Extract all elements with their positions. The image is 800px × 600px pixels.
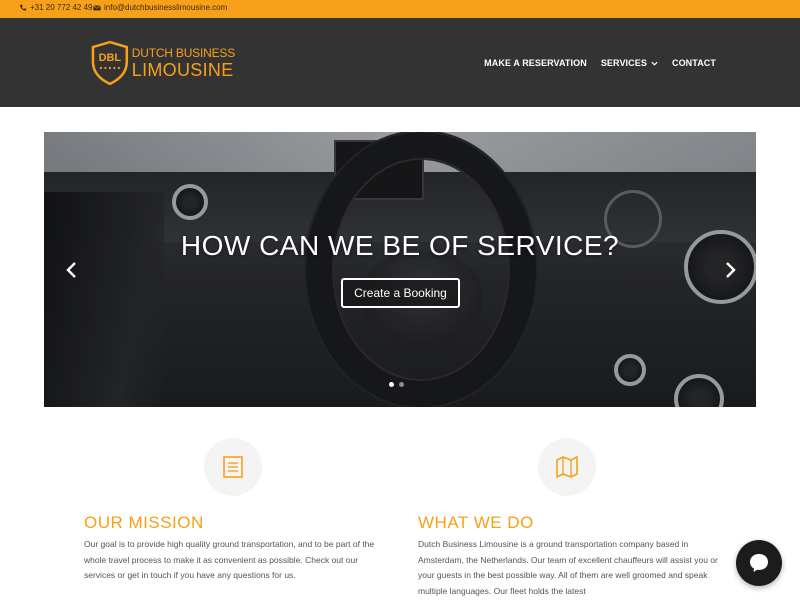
email-contact[interactable]: info@dutchbusinesslimousine.com <box>93 3 227 12</box>
nav-label: SERVICES <box>600 58 647 68</box>
main-nav: MAKE A RESERVATION SERVICES CONTACT <box>470 58 716 68</box>
what-we-do-icon-circle <box>538 438 596 496</box>
logo-badge-text: DBL <box>99 52 122 64</box>
chat-launcher-button[interactable] <box>736 540 782 586</box>
what-we-do-title: WHAT WE DO <box>418 513 534 532</box>
site-logo[interactable]: DBL DUTCH BUSINESS LIMOUSINE <box>90 38 235 88</box>
mission-icon-circle <box>204 438 262 496</box>
nav-contact[interactable]: CONTACT <box>672 58 716 68</box>
phone-contact[interactable]: +31 20 772 42 49 <box>19 3 93 12</box>
nav-make-reservation[interactable]: MAKE A RESERVATION <box>484 58 587 68</box>
chat-bubble-icon <box>750 554 768 572</box>
email-address[interactable]: info@dutchbusinesslimousine.com <box>104 3 227 12</box>
slide-overlay <box>44 132 756 407</box>
slider-dot[interactable] <box>389 382 394 387</box>
chevron-left-icon[interactable] <box>64 260 80 280</box>
hero-slider: HOW CAN WE BE OF SERVICE? Create a Booki… <box>44 132 756 407</box>
phone-number[interactable]: +31 20 772 42 49 <box>30 3 93 12</box>
site-header: DBL DUTCH BUSINESS LIMOUSINE MAKE A RESE… <box>0 18 800 107</box>
document-list-icon <box>223 456 243 478</box>
logo-line-2: LIMOUSINE <box>131 60 234 80</box>
what-we-do-text: Dutch Business Limousine is a ground tra… <box>418 539 718 596</box>
mission-title: OUR MISSION <box>84 513 204 532</box>
logo-line-1: DUTCH BUSINESS <box>131 46 235 60</box>
nav-label: CONTACT <box>671 58 716 68</box>
mission-text: Our goal is to provide high quality grou… <box>84 539 375 580</box>
nav-label: MAKE A RESERVATION <box>484 58 587 68</box>
slider-pagination <box>389 382 404 387</box>
top-contact-bar: +31 20 772 42 49 info@dutchbusinesslimou… <box>0 0 800 18</box>
chevron-right-icon[interactable] <box>722 260 738 280</box>
phone-icon <box>19 4 27 10</box>
nav-services[interactable]: SERVICES <box>601 58 658 68</box>
envelope-icon <box>93 4 101 10</box>
slide-headline: HOW CAN WE BE OF SERVICE? <box>180 230 620 261</box>
chevron-down-icon <box>651 61 658 66</box>
slider-dot[interactable] <box>399 382 404 387</box>
map-icon <box>556 456 578 478</box>
create-booking-button[interactable]: Create a Booking <box>341 278 460 308</box>
shield-logo-icon: DBL <box>91 40 129 86</box>
